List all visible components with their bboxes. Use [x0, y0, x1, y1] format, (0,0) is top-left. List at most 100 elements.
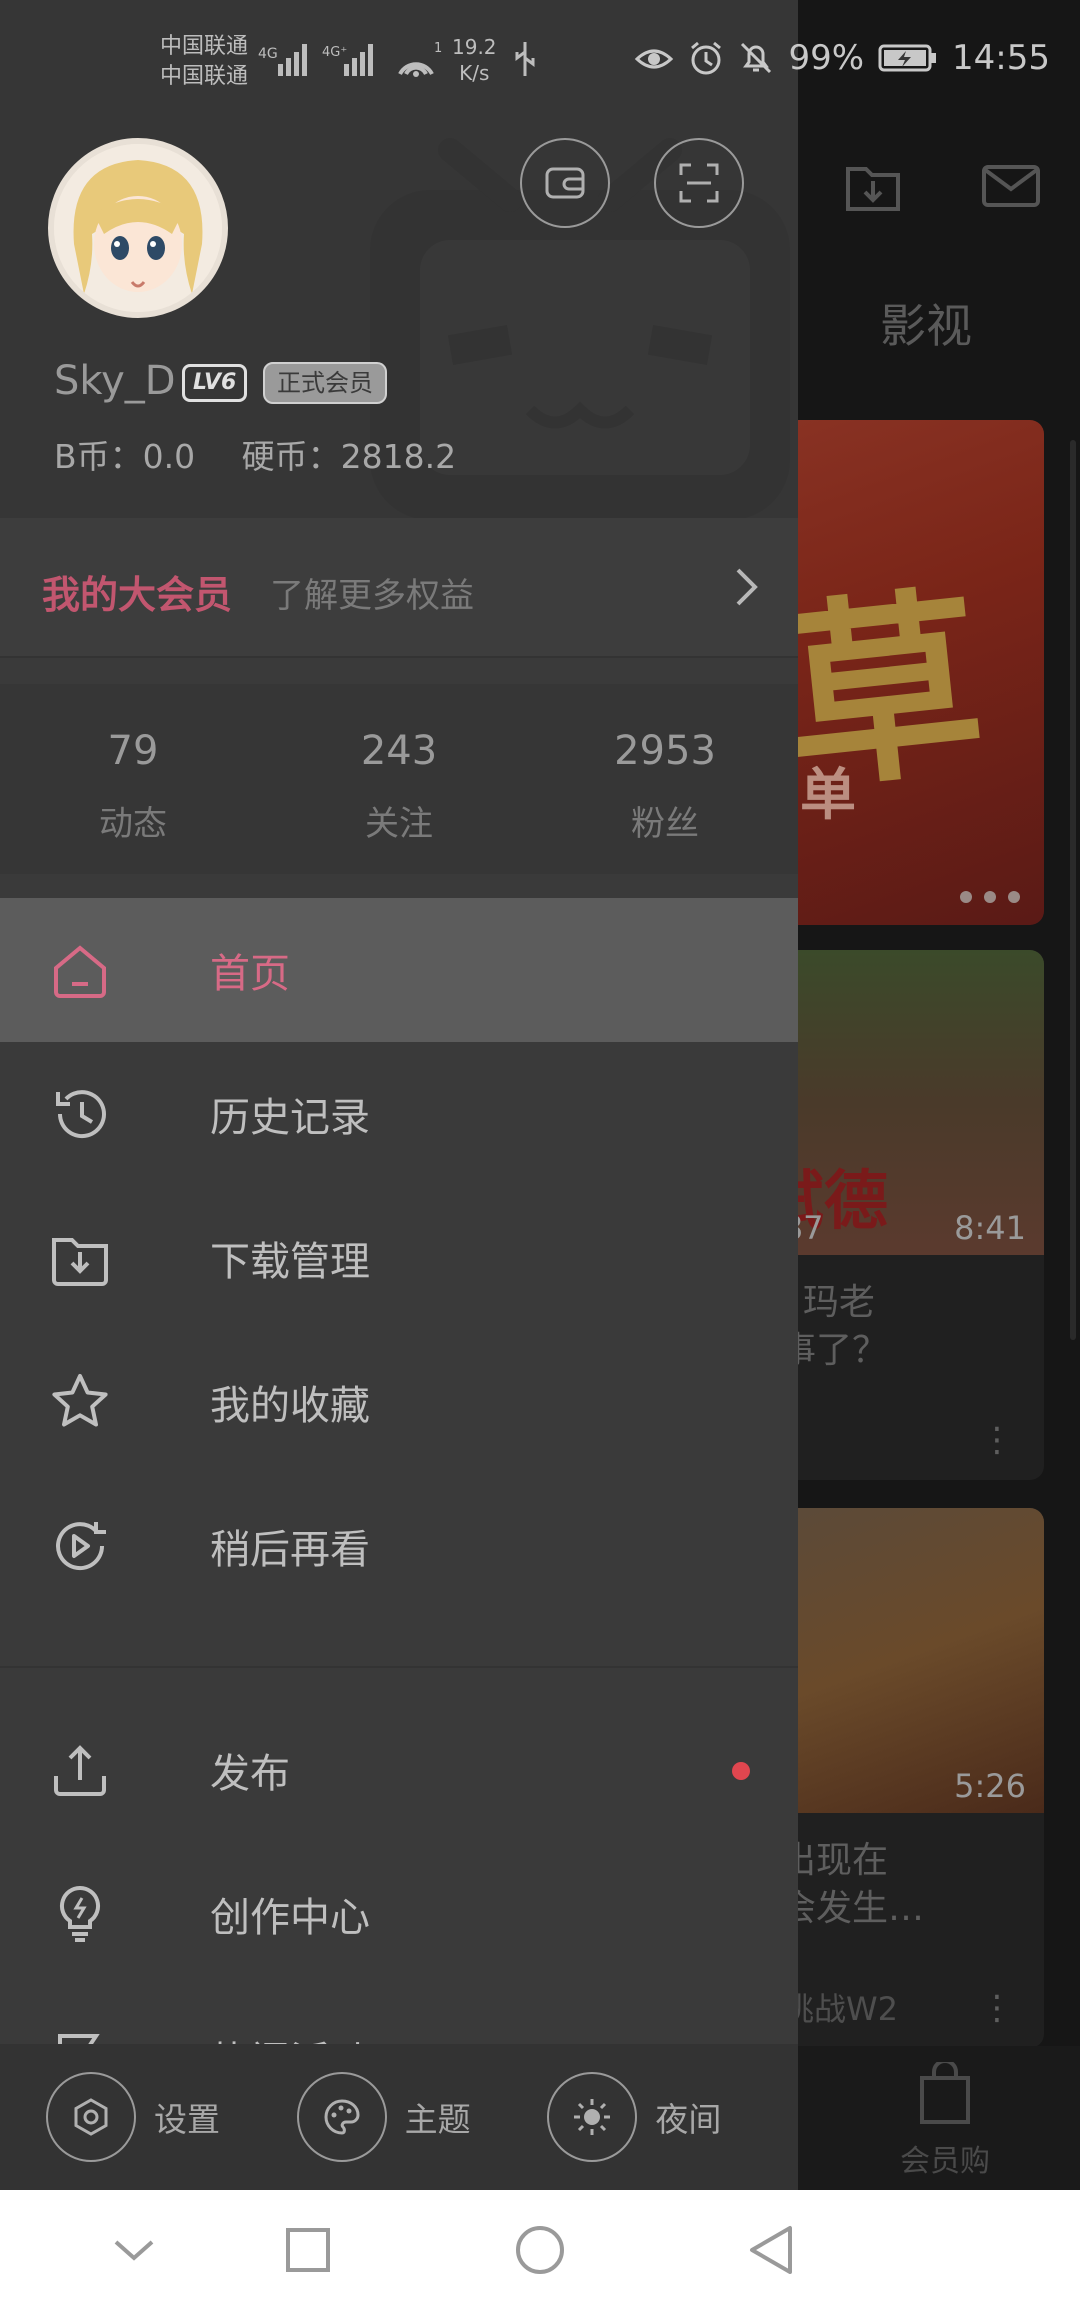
speed-value: 19.2: [452, 35, 497, 59]
home-icon: [54, 945, 106, 998]
avatar[interactable]: [48, 138, 228, 318]
vip-title: 我的大会员: [42, 573, 233, 617]
signal-icon: 4G: [258, 44, 307, 76]
theme-button[interactable]: 主题: [296, 2072, 548, 2162]
scan-button[interactable]: [654, 138, 744, 228]
eye-comfort-icon: [635, 49, 674, 69]
settings-icon: [46, 2072, 136, 2162]
vip-subtitle: 了解更多权益: [270, 576, 474, 616]
wallet-icon: [545, 167, 585, 199]
tab-film[interactable]: 影视: [880, 290, 972, 356]
video-duration: 5:26: [954, 1767, 1026, 1805]
shop-label[interactable]: 会员购: [900, 2136, 990, 2180]
stat-value: 2953: [614, 728, 716, 774]
night-mode-button[interactable]: 夜间: [547, 2072, 798, 2162]
network-speed: 19.2 K/s: [452, 34, 497, 86]
stat-following[interactable]: 243 关注: [266, 684, 532, 874]
chevron-right-icon: [736, 568, 758, 606]
scrollbar: [1070, 440, 1076, 1340]
collapse-button[interactable]: [104, 2220, 164, 2280]
more-icon[interactable]: ⋮: [980, 1988, 1014, 2028]
menu-label: 历史记录: [210, 1095, 370, 1141]
square-icon: [286, 2228, 330, 2272]
stat-value: 243: [360, 728, 438, 774]
menu-label: 稍后再看: [210, 1527, 370, 1573]
triangle-back-icon: [750, 2226, 792, 2274]
menu-label: 首页: [210, 951, 290, 997]
circle-icon: [516, 2226, 564, 2274]
menu-item-watch-later[interactable]: 稍后再看: [0, 1474, 798, 1618]
stat-followers[interactable]: 2953 粉丝: [532, 684, 798, 874]
back-button[interactable]: [742, 2220, 802, 2280]
menu-list: 首页 历史记录 下载管理 我的收藏 稍后再看 发布 创作中心: [0, 898, 798, 2130]
menu-item-history[interactable]: 历史记录: [0, 1042, 798, 1186]
avatar-image: [54, 144, 222, 312]
battery-percent: 99%: [788, 38, 865, 78]
download-icon[interactable]: [842, 155, 904, 217]
menu-label: 下载管理: [210, 1239, 370, 1285]
stats-row: 79 动态 243 关注 2953 粉丝: [0, 684, 798, 874]
svg-text:4G⁺: 4G⁺: [322, 45, 347, 60]
home-button[interactable]: [510, 2220, 570, 2280]
coin-balances: B币：0.0 硬币：2818.2: [54, 430, 492, 478]
notification-dot: [732, 1762, 750, 1780]
mail-icon[interactable]: [980, 155, 1042, 217]
settings-button[interactable]: 设置: [46, 2072, 297, 2162]
settings-label: 设置: [154, 2100, 220, 2139]
carrier-1: 中国联通: [160, 34, 249, 59]
usb-icon: [515, 42, 535, 76]
member-badge: 正式会员: [263, 362, 387, 404]
video-duration: 8:41: [954, 1209, 1026, 1247]
download-folder-icon: [52, 1238, 108, 1286]
signal-icon: 4G⁺: [322, 44, 373, 76]
menu-item-download[interactable]: 下载管理: [0, 1186, 798, 1330]
hotspot-icon: 1: [398, 41, 442, 77]
username[interactable]: Sky_D: [54, 358, 176, 404]
recents-button[interactable]: [278, 2220, 338, 2280]
battery-icon: [878, 44, 937, 72]
stat-value: 79: [107, 728, 159, 774]
menu-divider: [0, 1618, 798, 1668]
coin-balance: 硬币：2818.2: [241, 437, 457, 476]
banner-subtext: 单: [800, 763, 856, 828]
menu-item-favorites[interactable]: 我的收藏: [0, 1330, 798, 1474]
alarm-icon: [691, 41, 722, 75]
palette-icon: [296, 2072, 387, 2162]
menu-item-creator-center[interactable]: 创作中心: [0, 1842, 798, 1986]
menu-label: 我的收藏: [210, 1383, 370, 1429]
menu-label: 创作中心: [210, 1895, 370, 1941]
menu-item-home[interactable]: 首页: [0, 898, 798, 1042]
stat-label: 关注: [365, 804, 433, 844]
system-nav-bar: [0, 2190, 1080, 2310]
lightbulb-icon: [59, 1885, 101, 1942]
brightness-icon: [547, 2072, 638, 2162]
status-bar: 中国联通 中国联通 4G 4G⁺ 1 19.2 K/s 99% 14:55: [0, 0, 1080, 125]
wallet-button[interactable]: [520, 138, 610, 228]
drawer-footer: 设置 主题 夜间: [0, 2044, 798, 2190]
stat-label: 粉丝: [631, 804, 699, 844]
history-icon: [56, 1090, 106, 1139]
chevron-down-icon: [114, 2240, 154, 2261]
bcoin-balance: B币：0.0: [54, 437, 196, 476]
clock: 14:55: [952, 38, 1050, 78]
speed-unit: K/s: [459, 61, 490, 85]
menu-label: 发布: [210, 1751, 290, 1797]
svg-text:1: 1: [434, 41, 442, 56]
navigation-drawer: Sky_D LV6 正式会员 B币：0.0 硬币：2818.2 我的大会员 了解…: [0, 0, 798, 2190]
shopping-bag-icon[interactable]: [900, 2062, 990, 2126]
stat-dynamics[interactable]: 79 动态: [0, 684, 266, 874]
star-icon: [52, 1374, 108, 1427]
level-badge: LV6: [182, 364, 248, 402]
vip-entry[interactable]: 我的大会员 了解更多权益: [0, 518, 798, 658]
scan-icon: [679, 163, 719, 203]
svg-text:4G: 4G: [258, 46, 278, 62]
night-label: 夜间: [655, 2100, 722, 2139]
carrier-2: 中国联通: [160, 64, 249, 89]
carrier-names: 中国联通 中国联通: [160, 32, 248, 92]
upload-icon: [54, 1745, 106, 1796]
stat-label: 动态: [99, 804, 167, 844]
bell-off-icon: [741, 42, 772, 74]
watch-later-icon: [56, 1522, 106, 1571]
more-icon[interactable]: ⋮: [980, 1420, 1014, 1460]
menu-item-publish[interactable]: 发布: [0, 1698, 798, 1842]
